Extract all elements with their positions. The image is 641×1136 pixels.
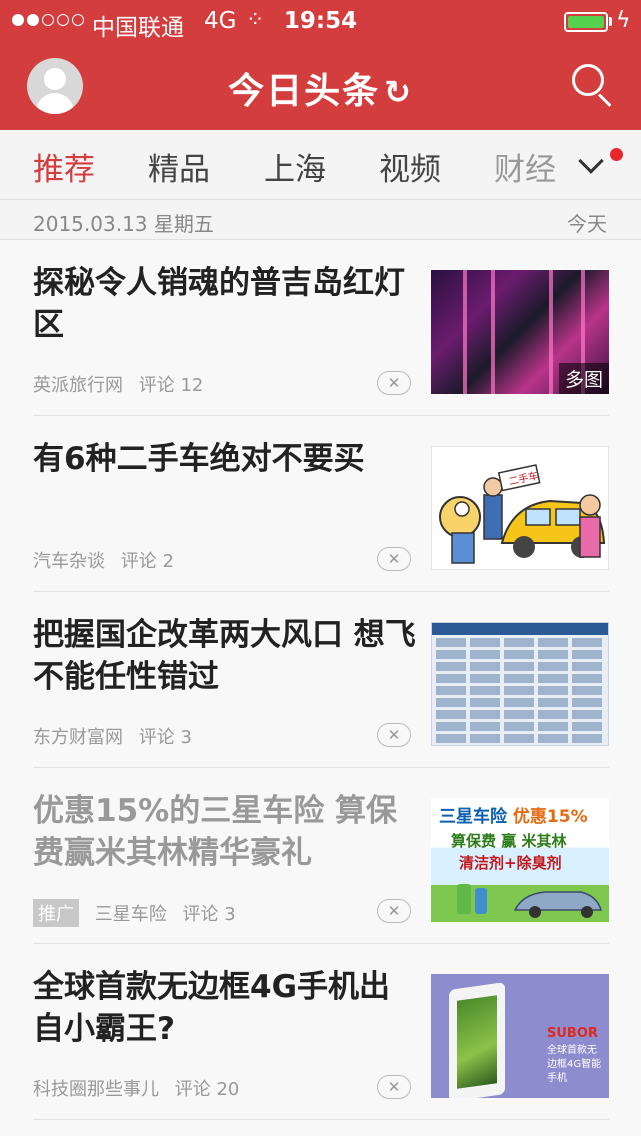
dismiss-button[interactable]: ✕ bbox=[377, 899, 411, 923]
today-label: 今天 bbox=[567, 212, 607, 236]
channel-tabs: 推荐 精品 上海 视频 财经 bbox=[0, 130, 641, 200]
more-channels-button[interactable] bbox=[574, 148, 623, 188]
news-item[interactable]: 全球首款无边框4G手机出自小霸王? 科技圈那些事儿 评论 20 ✕ SUBOR … bbox=[33, 944, 609, 1120]
charging-bolt-icon: ϟ bbox=[616, 8, 631, 33]
news-item[interactable]: 探秘令人销魂的普吉岛红灯区 英派旅行网 评论 12 ✕ 多图 bbox=[33, 240, 609, 416]
status-time: 19:54 bbox=[283, 8, 358, 34]
news-meta: 汽车杂谈 评论 2 bbox=[33, 547, 184, 573]
news-source: 东方财富网 bbox=[33, 727, 123, 748]
news-item[interactable]: 有6种二手车绝对不要买 汽车杂谈 评论 2 ✕ 二手车 bbox=[33, 416, 609, 592]
tab-shanghai[interactable]: 上海 bbox=[264, 144, 326, 189]
news-title[interactable]: 全球首款无边框4G手机出自小霸王? bbox=[33, 966, 417, 1050]
news-thumbnail[interactable]: 二手车 bbox=[431, 446, 609, 570]
news-comments: 评论 20 bbox=[174, 1079, 240, 1100]
news-comments: 评论 3 bbox=[182, 904, 236, 925]
search-icon[interactable] bbox=[570, 62, 614, 107]
app-title: 今日头条 ↻ bbox=[0, 62, 641, 114]
news-thumbnail[interactable]: SUBOR 全球首款无边框4G智能手机 bbox=[431, 974, 609, 1098]
news-meta: 推广 三星车险 评论 3 bbox=[33, 899, 246, 927]
tab-recommend[interactable]: 推荐 bbox=[33, 144, 95, 189]
tab-video[interactable]: 视频 bbox=[379, 144, 441, 189]
app-title-text: 今日头条 bbox=[228, 71, 381, 112]
ad-caption: 全球首款无边框4G智能手机 bbox=[547, 1045, 602, 1084]
multi-image-badge: 多图 bbox=[558, 363, 609, 394]
dismiss-button[interactable]: ✕ bbox=[377, 723, 411, 747]
news-comments: 评论 2 bbox=[120, 551, 174, 572]
ad-thumbnail[interactable]: 三星车险 优惠15% 算保费 赢 米其林 清洁剂+除臭剂 bbox=[431, 798, 609, 922]
tab-finance[interactable]: 财经 bbox=[494, 144, 556, 189]
phone-screen-image bbox=[457, 995, 497, 1089]
battery-tip bbox=[609, 17, 612, 26]
news-title[interactable]: 优惠15%的三星车险 算保费赢米其林精华豪礼 bbox=[33, 790, 417, 874]
tab-featured[interactable]: 精品 bbox=[148, 144, 210, 189]
dismiss-button[interactable]: ✕ bbox=[377, 547, 411, 571]
news-item-promoted[interactable]: 优惠15%的三星车险 算保费赢米其林精华豪礼 推广 三星车险 评论 3 ✕ 三星… bbox=[33, 768, 609, 944]
news-meta: 科技圈那些事儿 评论 20 bbox=[33, 1075, 249, 1101]
news-item[interactable]: 把握国企改革两大风口 想飞不能任性错过 东方财富网 评论 3 ✕ bbox=[33, 592, 609, 768]
status-bar: 中国联通 4G ⁘ 19:54 ϟ bbox=[0, 0, 641, 44]
battery-icon bbox=[564, 12, 608, 32]
dismiss-button[interactable]: ✕ bbox=[377, 1075, 411, 1099]
news-source: 汽车杂谈 bbox=[33, 551, 105, 572]
news-source: 三星车险 bbox=[94, 904, 167, 925]
news-source: 英派旅行网 bbox=[33, 375, 123, 396]
dismiss-button[interactable]: ✕ bbox=[377, 371, 411, 395]
chevron-down-icon bbox=[578, 148, 604, 174]
current-date: 2015.03.13 星期五 bbox=[33, 212, 214, 236]
news-title[interactable]: 有6种二手车绝对不要买 bbox=[33, 438, 417, 480]
ad-car-image bbox=[457, 884, 602, 918]
promoted-tag: 推广 bbox=[33, 899, 79, 927]
news-comments: 评论 3 bbox=[138, 727, 192, 748]
news-meta: 英派旅行网 评论 12 bbox=[33, 371, 213, 397]
news-meta: 东方财富网 评论 3 bbox=[33, 723, 202, 749]
brand-logo: SUBOR bbox=[547, 1026, 598, 1041]
news-title[interactable]: 探秘令人销魂的普吉岛红灯区 bbox=[33, 262, 417, 346]
refresh-icon[interactable]: ↻ bbox=[384, 73, 413, 111]
date-bar: 2015.03.13 星期五 今天 bbox=[0, 200, 641, 240]
top-bar: 中国联通 4G ⁘ 19:54 ϟ 今日头条 ↻ bbox=[0, 0, 641, 130]
news-thumbnail[interactable]: 多图 bbox=[431, 270, 609, 394]
news-source: 科技圈那些事儿 bbox=[33, 1079, 159, 1100]
used-car-cartoon-image: 二手车 bbox=[439, 464, 606, 564]
news-comments: 评论 12 bbox=[138, 375, 204, 396]
news-thumbnail[interactable] bbox=[431, 622, 609, 746]
news-title[interactable]: 把握国企改革两大风口 想飞不能任性错过 bbox=[33, 614, 417, 698]
notification-dot bbox=[610, 148, 623, 161]
